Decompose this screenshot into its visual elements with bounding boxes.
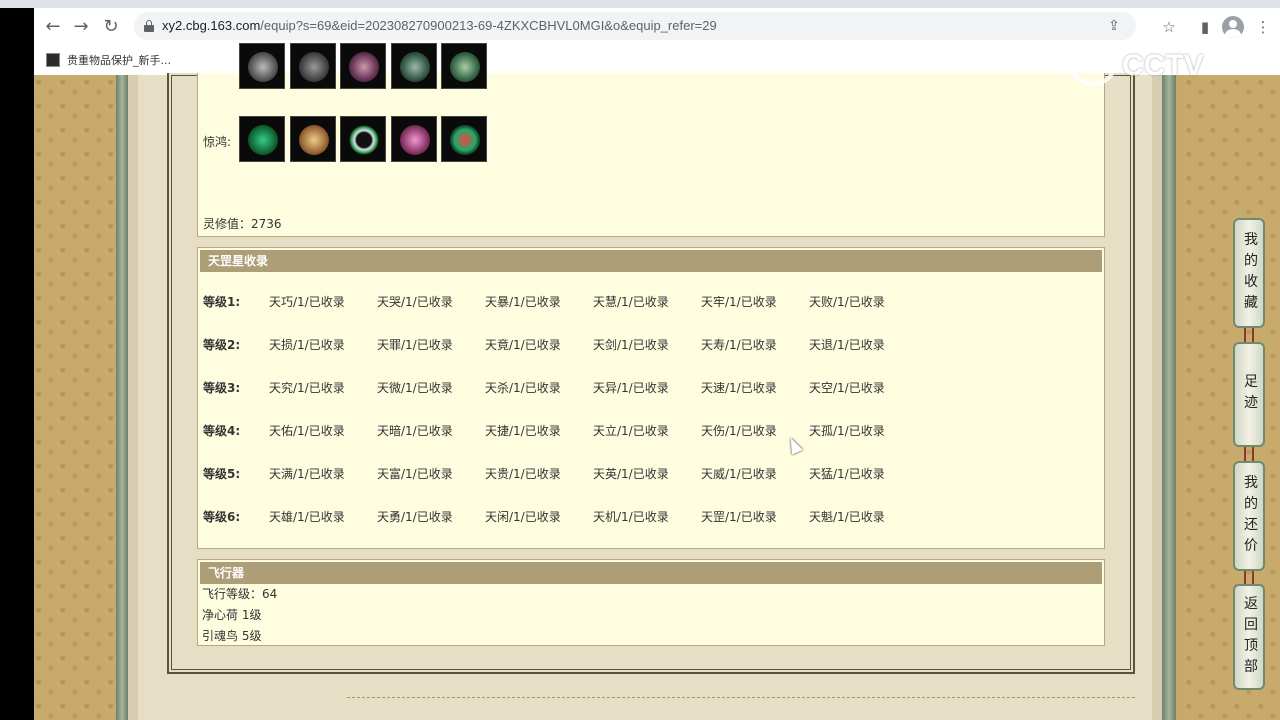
star-cell: 天剑/1/已收录 <box>593 338 669 352</box>
dotted-divider <box>347 697 1135 698</box>
back-to-top-button[interactable]: 返回顶部 <box>1233 584 1265 690</box>
star-cell: 天慧/1/已收录 <box>593 295 669 309</box>
equip-thumb[interactable] <box>290 116 336 162</box>
star-section-title: 天罡星收录 <box>200 250 1102 272</box>
reload-icon[interactable]: ↻ <box>100 16 122 38</box>
level-label: 等级5: <box>203 467 241 481</box>
star-cell: 天败/1/已收录 <box>809 295 885 309</box>
star-cell: 天贵/1/已收录 <box>485 467 561 481</box>
share-icon[interactable]: ⇪ <box>1104 16 1124 36</box>
star-cell: 天闲/1/已收录 <box>485 510 561 524</box>
left-pattern <box>34 75 116 720</box>
star-cell: 天退/1/已收录 <box>809 338 885 352</box>
star-cell: 天雄/1/已收录 <box>269 510 345 524</box>
jinghong-label: 惊鸿: <box>203 135 232 149</box>
profile-avatar-icon[interactable] <box>1222 16 1244 38</box>
browser-toolbar: ← → ↻ xy2.cbg.163.com/equip?s=69&eid=202… <box>34 8 1280 44</box>
my-offers-button[interactable]: 我的还价 <box>1233 461 1265 571</box>
flight-item: 引魂鸟 5级 <box>202 629 262 643</box>
star-cell: 天暴/1/已收录 <box>485 295 561 309</box>
star-collection-section: 天罡星收录 等级1: 天巧/1/已收录 天哭/1/已收录 天暴/1/已收录 天慧… <box>197 247 1105 549</box>
equip-thumb[interactable] <box>441 116 487 162</box>
star-cell: 天寿/1/已收录 <box>701 338 777 352</box>
footprint-label: 足迹 <box>1244 374 1258 411</box>
my-offers-label: 我的还价 <box>1244 475 1258 554</box>
bookmark-label: 贵重物品保护_新手... <box>67 54 171 67</box>
star-cell: 天异/1/已收录 <box>593 381 669 395</box>
url-path: /equip?s=69&eid=202308270900213-69-4ZKXC… <box>260 18 717 33</box>
star-cell: 天满/1/已收录 <box>269 467 345 481</box>
flight-section-title: 飞行器 <box>200 562 1102 584</box>
star-cell: 天富/1/已收录 <box>377 467 453 481</box>
star-cell: 天罪/1/已收录 <box>377 338 453 352</box>
back-to-top-label: 返回顶部 <box>1244 596 1258 675</box>
equipment-section: 惊鸿: 灵修值：2736 <box>197 43 1105 237</box>
equip-thumb[interactable] <box>290 43 336 89</box>
bookmark-favicon-icon <box>46 53 60 67</box>
star-cell: 天伤/1/已收录 <box>701 424 777 438</box>
right-band <box>1152 75 1162 720</box>
left-border <box>116 75 128 720</box>
address-bar[interactable]: xy2.cbg.163.com/equip?s=69&eid=202308270… <box>134 12 1136 40</box>
footprint-button[interactable]: 足迹 <box>1233 342 1265 447</box>
side-panel-icon[interactable]: ▮ <box>1194 16 1216 38</box>
star-cell: 天牢/1/已收录 <box>701 295 777 309</box>
url-host: xy2.cbg.163.com <box>162 18 261 33</box>
back-arrow-icon[interactable]: ← <box>42 16 64 38</box>
star-cell: 天损/1/已收录 <box>269 338 345 352</box>
equip-thumb[interactable] <box>239 43 285 89</box>
cctv-logo-icon <box>1070 46 1116 86</box>
star-cell: 天魁/1/已收录 <box>809 510 885 524</box>
lock-icon[interactable] <box>144 20 154 32</box>
right-border <box>1162 75 1176 720</box>
equip-thumb[interactable] <box>340 43 386 89</box>
star-cell: 天猛/1/已收录 <box>809 467 885 481</box>
page: 惊鸿: 灵修值：2736 天罡星收录 等级1: 天巧/1/已收录 天哭/1/已收… <box>34 43 1280 720</box>
url-text[interactable]: xy2.cbg.163.com/equip?s=69&eid=202308270… <box>162 18 717 33</box>
flight-level: 飞行等级：64 <box>202 587 278 601</box>
star-cell: 天微/1/已收录 <box>377 381 453 395</box>
star-cell: 天速/1/已收录 <box>701 381 777 395</box>
star-cell: 天巧/1/已收录 <box>269 295 345 309</box>
left-band <box>128 75 138 720</box>
bookmark-star-icon[interactable]: ☆ <box>1158 16 1180 38</box>
level-label: 等级2: <box>203 338 241 352</box>
star-cell: 天哭/1/已收录 <box>377 295 453 309</box>
level-label: 等级1: <box>203 295 241 309</box>
equip-thumb[interactable] <box>441 43 487 89</box>
level-label: 等级6: <box>203 510 241 524</box>
cctv-watermark: CCTV <box>1070 44 1204 88</box>
level-label: 等级4: <box>203 424 241 438</box>
star-cell: 天空/1/已收录 <box>809 381 885 395</box>
star-cell: 天暗/1/已收录 <box>377 424 453 438</box>
star-cell: 天勇/1/已收录 <box>377 510 453 524</box>
my-favorites-button[interactable]: 我的收藏 <box>1233 218 1265 328</box>
tab-strip <box>0 0 1280 8</box>
star-cell: 天捷/1/已收录 <box>485 424 561 438</box>
my-favorites-label: 我的收藏 <box>1244 232 1258 311</box>
star-cell: 天机/1/已收录 <box>593 510 669 524</box>
star-cell: 天孤/1/已收录 <box>809 424 885 438</box>
star-cell: 天究/1/已收录 <box>269 381 345 395</box>
menu-dots-icon[interactable]: ⋮ <box>1252 16 1274 38</box>
flight-section: 飞行器 飞行等级：64 净心荷 1级 引魂鸟 5级 <box>197 559 1105 646</box>
bookmark-item[interactable]: 贵重物品保护_新手... <box>46 51 171 69</box>
star-cell: 天罡/1/已收录 <box>701 510 777 524</box>
star-cell: 天杀/1/已收录 <box>485 381 561 395</box>
equip-thumb[interactable] <box>391 43 437 89</box>
equip-thumb[interactable] <box>391 116 437 162</box>
star-cell: 天佑/1/已收录 <box>269 424 345 438</box>
star-cell: 天威/1/已收录 <box>701 467 777 481</box>
level-label: 等级3: <box>203 381 241 395</box>
star-cell: 天竟/1/已收录 <box>485 338 561 352</box>
forward-arrow-icon[interactable]: → <box>70 16 92 38</box>
cctv-text: CCTV <box>1122 49 1204 82</box>
star-cell: 天英/1/已收录 <box>593 467 669 481</box>
lingxiu-value: 灵修值：2736 <box>203 217 282 231</box>
right-pattern <box>1184 75 1280 720</box>
equip-thumb[interactable] <box>340 116 386 162</box>
equip-thumb[interactable] <box>239 116 285 162</box>
flight-item: 净心荷 1级 <box>202 608 262 622</box>
star-cell: 天立/1/已收录 <box>593 424 669 438</box>
